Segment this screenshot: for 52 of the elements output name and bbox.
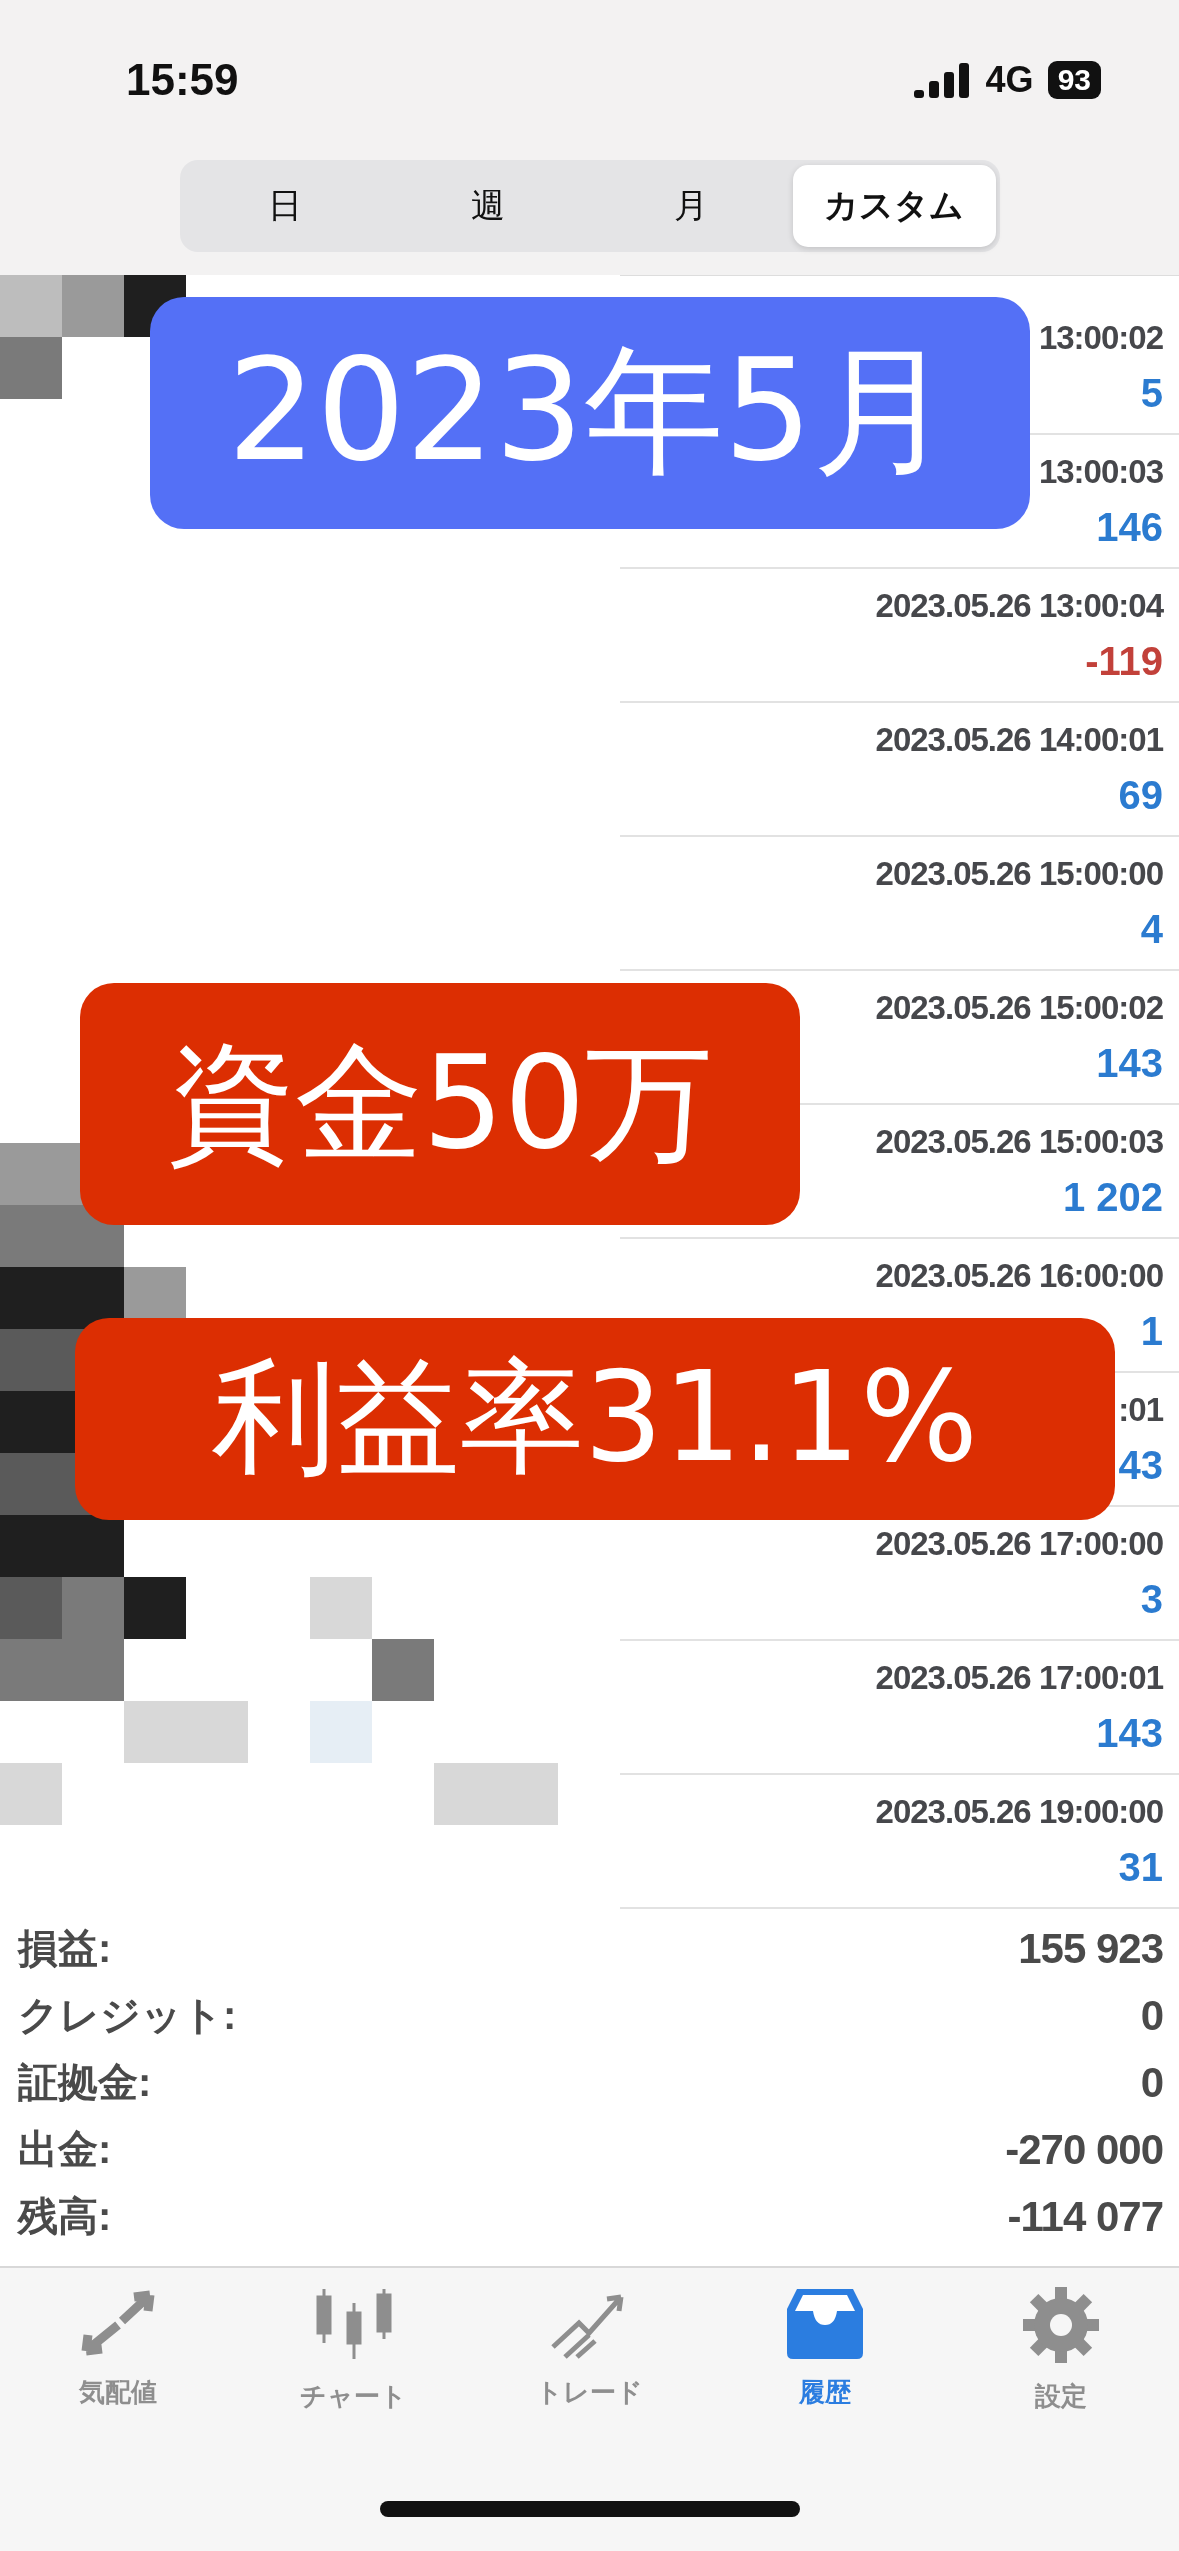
summary-label: 証拠金: — [18, 2059, 152, 2106]
deal-time: 2023.05.26 17:00:01 — [875, 1658, 1163, 1697]
period-tab[interactable]: 日 — [183, 165, 387, 247]
deal-time: 13:00:02 — [1038, 318, 1163, 357]
caption-banner: 2023年5月 — [150, 297, 1030, 529]
settings-icon — [1023, 2287, 1100, 2363]
summary-value: -114 077 — [1007, 2192, 1163, 2241]
deal-profit: 1 — [1140, 1308, 1163, 1354]
deal-time: 2023.05.26 13:00:04 — [875, 586, 1163, 625]
deal-profit: -119 — [1085, 638, 1163, 684]
inbox-icon — [785, 2287, 866, 2359]
summary-label: クレジット: — [18, 1992, 237, 2039]
deal-profit: 143 — [1096, 1710, 1163, 1756]
deal-profit: 146 — [1096, 504, 1163, 550]
clock: 15:59 — [126, 55, 239, 105]
summary-label: 残高: — [18, 2193, 112, 2240]
summary-label: 損益: — [18, 1925, 112, 1972]
nav-tab[interactable]: 履歴 — [725, 2286, 926, 2411]
deal-time: 2023.05.26 14:00:01 — [875, 720, 1163, 759]
deal-profit: 43 — [1118, 1442, 1163, 1488]
nav-tab[interactable]: 気配値 — [17, 2286, 218, 2411]
nav-tab[interactable]: 設定 — [961, 2286, 1162, 2415]
caption-banner: 利益率31.1% — [75, 1318, 1115, 1520]
summary-value: 0 — [1140, 1991, 1163, 2040]
deal-profit: 4 — [1140, 906, 1163, 952]
deal-time: 2023.05.26 19:00:00 — [875, 1792, 1163, 1831]
deal-profit: 69 — [1118, 772, 1163, 818]
battery-level: 93 — [1047, 61, 1101, 99]
deal-time: 2023.05.26 15:00:02 — [875, 988, 1163, 1027]
period-tab[interactable]: 月 — [589, 165, 793, 247]
deal-time: 2023.05.26 15:00:00 — [875, 854, 1163, 893]
summary-value: 155 923 — [1018, 1924, 1163, 1973]
caption-banner: 資金50万 — [80, 983, 800, 1225]
deal-time: 2023.05.26 15:00:03 — [875, 1122, 1163, 1161]
summary-label: 出金: — [18, 2126, 112, 2173]
network-type: 4G — [985, 59, 1034, 101]
deal-time: 2023.05.26 17:00:00 — [875, 1524, 1163, 1563]
period-tab[interactable]: 週 — [386, 165, 590, 247]
signal-icon — [913, 62, 972, 98]
nav-tab[interactable]: チャート — [253, 2286, 454, 2415]
deal-profit: 5 — [1140, 370, 1163, 416]
deal-profit: 3 — [1140, 1576, 1163, 1622]
deal-profit: 1 202 — [1062, 1174, 1163, 1220]
summary-value: -270 000 — [1005, 2125, 1163, 2174]
deal-time: 2023.05.26 16:00:00 — [875, 1256, 1163, 1295]
summary-value: 0 — [1140, 2058, 1163, 2107]
deal-profit: 31 — [1118, 1844, 1163, 1890]
nav-tab[interactable]: トレード — [489, 2286, 690, 2411]
deal-profit: 143 — [1096, 1040, 1163, 1086]
deal-time: :01 — [1118, 1390, 1163, 1429]
deal-time: 13:00:03 — [1038, 452, 1163, 491]
period-tab[interactable]: カスタム — [792, 165, 996, 247]
